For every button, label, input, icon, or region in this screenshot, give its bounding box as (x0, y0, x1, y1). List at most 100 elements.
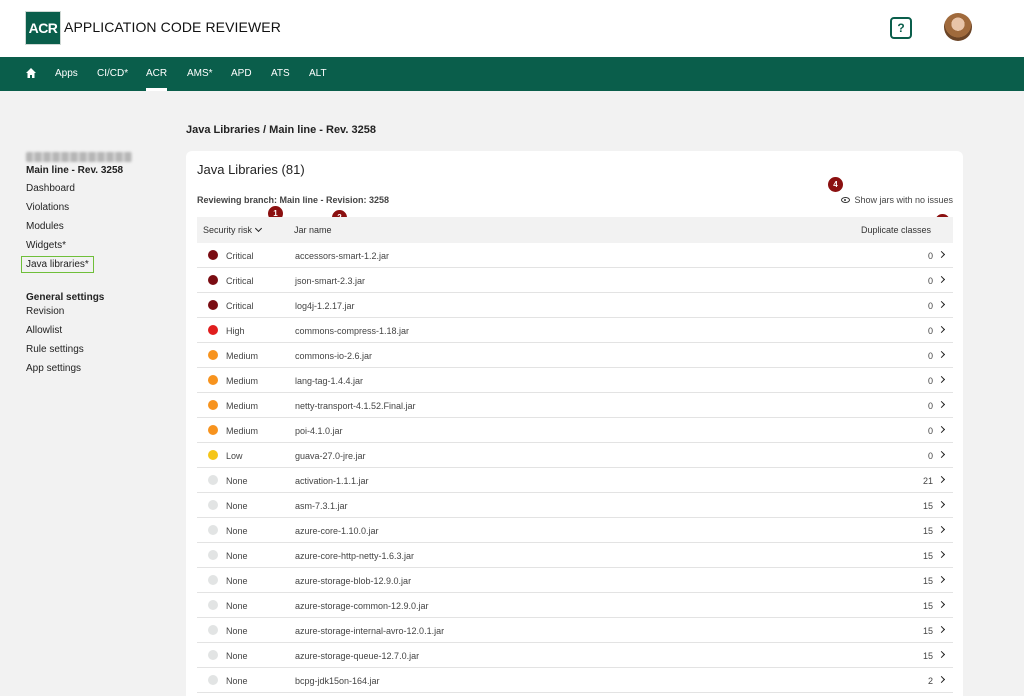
table-row[interactable]: Low guava-27.0-jre.jar 0 (197, 443, 953, 468)
sidebar-item-rule-settings[interactable]: Rule settings (26, 344, 84, 355)
jar-table: Security risk Jar name Duplicate classes… (197, 217, 953, 693)
nav-item-ams[interactable]: AMS* (187, 57, 213, 91)
chevron-right-icon[interactable] (937, 525, 946, 534)
table-row[interactable]: None bcpg-jdk15on-164.jar 2 (197, 668, 953, 693)
sidebar-item-violations[interactable]: Violations (26, 202, 69, 213)
duplicate-count: 0 (927, 401, 933, 411)
table-row[interactable]: Medium netty-transport-4.1.52.Final.jar 0 (197, 393, 953, 418)
sidebar-branch: Main line - Rev. 3258 (26, 165, 124, 176)
risk-dot-icon (208, 350, 218, 360)
table-row[interactable]: None azure-storage-queue-12.7.0.jar 15 (197, 643, 953, 668)
jar-name: bcpg-jdk15on-164.jar (295, 676, 380, 686)
table-row[interactable]: Critical log4j-1.2.17.jar 0 (197, 293, 953, 318)
risk-label: Critical (226, 276, 254, 286)
risk-label: None (226, 626, 248, 636)
sidebar-item-dashboard[interactable]: Dashboard (26, 183, 75, 194)
nav-item-apd[interactable]: APD (231, 57, 252, 91)
table-row[interactable]: None azure-storage-internal-avro-12.0.1.j… (197, 618, 953, 643)
sidebar-item-app-settings[interactable]: App settings (26, 363, 81, 374)
risk-dot-icon (208, 475, 218, 485)
column-jar-name[interactable]: Jar name (294, 225, 332, 235)
main-nav: Apps CI/CD* ACR AMS* APD ATS ALT (0, 57, 1024, 91)
risk-dot-icon (208, 375, 218, 385)
risk-dot-icon (208, 600, 218, 610)
show-jars-toggle[interactable]: Show jars with no issues (841, 195, 953, 205)
duplicate-count: 0 (927, 326, 933, 336)
duplicate-count: 0 (927, 351, 933, 361)
risk-label: None (226, 676, 248, 686)
duplicate-count: 0 (927, 251, 933, 261)
duplicate-count: 15 (922, 626, 933, 636)
chevron-right-icon[interactable] (937, 650, 946, 659)
table-header: Security risk Jar name Duplicate classes (197, 217, 953, 243)
chevron-right-icon[interactable] (937, 350, 946, 359)
risk-dot-icon (208, 500, 218, 510)
risk-label: None (226, 526, 248, 536)
chevron-right-icon[interactable] (937, 600, 946, 609)
sidebar-item-widgets[interactable]: Widgets* (26, 240, 66, 251)
table-row[interactable]: Medium commons-io-2.6.jar 0 (197, 343, 953, 368)
table-row[interactable]: Medium poi-4.1.0.jar 0 (197, 418, 953, 443)
duplicate-count: 15 (922, 651, 933, 661)
nav-item-apps[interactable]: Apps (55, 57, 78, 91)
sidebar-item-revision[interactable]: Revision (26, 306, 64, 317)
table-row[interactable]: None azure-storage-blob-12.9.0.jar 15 (197, 568, 953, 593)
nav-item-acr[interactable]: ACR (146, 57, 168, 91)
general-settings-heading: General settings (26, 292, 105, 303)
sidebar-item-modules[interactable]: Modules (26, 221, 64, 232)
annotation-badge-4: 4 (828, 177, 843, 192)
reviewing-branch-text: Reviewing branch: Main line - Revision: … (197, 195, 390, 205)
chevron-right-icon[interactable] (937, 675, 946, 684)
table-row[interactable]: None asm-7.3.1.jar 15 (197, 493, 953, 518)
chevron-right-icon[interactable] (937, 325, 946, 334)
chevron-right-icon[interactable] (937, 275, 946, 284)
nav-item-ats[interactable]: ATS (271, 57, 290, 91)
column-duplicate-classes[interactable]: Duplicate classes (861, 225, 931, 235)
java-libraries-card: Java Libraries (81) Reviewing branch: Ma… (186, 151, 963, 696)
sidebar-item-allowlist[interactable]: Allowlist (26, 325, 62, 336)
chevron-right-icon[interactable] (937, 375, 946, 384)
chevron-right-icon[interactable] (937, 250, 946, 259)
risk-dot-icon (208, 575, 218, 585)
risk-dot-icon (208, 300, 218, 310)
user-avatar[interactable] (944, 13, 972, 41)
chevron-right-icon[interactable] (937, 425, 946, 434)
chevron-right-icon[interactable] (937, 575, 946, 584)
table-row[interactable]: Critical json-smart-2.3.jar 0 (197, 268, 953, 293)
app-logo[interactable]: ACR (25, 11, 61, 45)
duplicate-count: 21 (922, 476, 933, 486)
jar-name: netty-transport-4.1.52.Final.jar (295, 401, 416, 411)
duplicate-count: 15 (922, 576, 933, 586)
table-body: Critical accessors-smart-1.2.jar 0 Critical… (197, 243, 953, 693)
chevron-right-icon[interactable] (937, 550, 946, 559)
home-icon[interactable] (25, 67, 37, 79)
risk-label: Critical (226, 301, 254, 311)
jar-name: azure-storage-internal-avro-12.0.1.jar (295, 626, 445, 636)
jar-name: activation-1.1.1.jar (295, 476, 369, 486)
column-security-risk-label: Security risk (203, 225, 253, 235)
risk-label: None (226, 551, 248, 561)
nav-item-cicd[interactable]: CI/CD* (97, 57, 128, 91)
chevron-right-icon[interactable] (937, 500, 946, 509)
table-row[interactable]: None azure-core-http-netty-1.6.3.jar 15 (197, 543, 953, 568)
table-row[interactable]: Medium lang-tag-1.4.4.jar 0 (197, 368, 953, 393)
table-row[interactable]: Critical accessors-smart-1.2.jar 0 (197, 243, 953, 268)
duplicate-count: 15 (922, 526, 933, 536)
column-security-risk[interactable]: Security risk (203, 224, 263, 235)
table-row[interactable]: None activation-1.1.1.jar 21 (197, 468, 953, 493)
sidebar-item-java-libraries[interactable]: Java libraries* (21, 256, 94, 273)
chevron-right-icon[interactable] (937, 625, 946, 634)
jar-name: poi-4.1.0.jar (295, 426, 343, 436)
nav-item-alt[interactable]: ALT (309, 57, 327, 91)
table-row[interactable]: None azure-storage-common-12.9.0.jar 15 (197, 593, 953, 618)
table-row[interactable]: None azure-core-1.10.0.jar 15 (197, 518, 953, 543)
chevron-right-icon[interactable] (937, 475, 946, 484)
chevron-right-icon[interactable] (937, 300, 946, 309)
chevron-right-icon[interactable] (937, 450, 946, 459)
risk-label: High (226, 326, 245, 336)
chevron-right-icon[interactable] (937, 400, 946, 409)
help-button[interactable]: ? (890, 17, 912, 39)
jar-name: azure-core-1.10.0.jar (295, 526, 379, 536)
table-row[interactable]: High commons-compress-1.18.jar 0 (197, 318, 953, 343)
duplicate-count: 15 (922, 601, 933, 611)
